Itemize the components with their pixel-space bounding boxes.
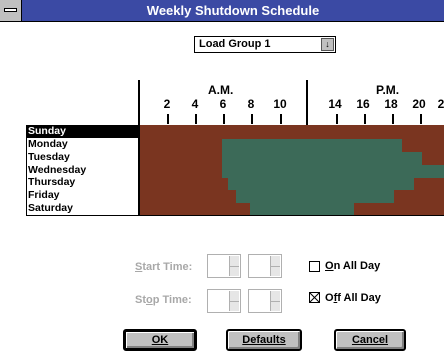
on-period-thursday (228, 178, 414, 190)
day-row-friday[interactable]: Friday (26, 189, 138, 202)
hour-tick-label: 10 (273, 97, 287, 111)
start-hour-spinner[interactable] (207, 254, 241, 278)
day-row-monday[interactable]: Monday (26, 138, 138, 151)
on-period-friday (236, 190, 394, 203)
defaults-button[interactable]: Defaults (226, 329, 302, 351)
hour-tick-mark (392, 114, 394, 124)
off-all-day-checkbox[interactable] (309, 292, 320, 303)
window-title: Weekly Shutdown Schedule (146, 3, 320, 18)
system-menu-button[interactable] (0, 0, 22, 21)
hour-tick-mark (420, 114, 422, 124)
dropdown-arrow-icon[interactable]: ↓ (321, 38, 334, 51)
hour-tick-mark (195, 114, 197, 124)
ok-button[interactable]: OK (123, 329, 197, 351)
off-all-day-label: Off All Day (325, 292, 381, 304)
hour-tick-label: 16 (356, 97, 370, 111)
load-group-selected: Load Group 1 (199, 38, 271, 50)
hour-tick-mark (167, 114, 169, 124)
on-all-day-label: On All Day (325, 260, 381, 272)
day-row-wednesday[interactable]: Wednesday (26, 164, 138, 177)
hour-tick-label: 8 (247, 97, 255, 111)
load-group-dropdown[interactable]: Load Group 1 ↓ (194, 36, 336, 53)
day-row-saturday[interactable]: Saturday (26, 202, 138, 215)
hour-tick-label: 20 (412, 97, 426, 111)
on-period-monday (222, 139, 402, 152)
hour-tick-label: 14 (328, 97, 342, 111)
day-row-sunday[interactable]: Sunday (26, 125, 138, 138)
hour-tick-mark (251, 114, 253, 124)
hour-tick-label: 6 (219, 97, 227, 111)
stop-minute-spinner[interactable] (248, 289, 282, 313)
cancel-button[interactable]: Cancel (334, 329, 406, 351)
hour-tick-label: 4 (191, 97, 199, 111)
title-bar: Weekly Shutdown Schedule (0, 0, 444, 22)
checkmark-x-icon (310, 293, 319, 302)
on-period-wednesday (222, 165, 444, 178)
stop-hour-spinner[interactable] (207, 289, 241, 313)
noon-divider (306, 80, 308, 125)
day-list: Sunday Monday Tuesday Wednesday Thursday… (26, 125, 138, 215)
on-all-day-checkbox[interactable] (309, 261, 320, 272)
hour-tick-mark (280, 114, 282, 124)
schedule-grid[interactable] (140, 125, 444, 215)
on-period-tuesday (222, 152, 422, 165)
hour-tick-label: 2 (163, 97, 171, 111)
hour-tick-mark (336, 114, 338, 124)
hour-tick-mark (223, 114, 225, 124)
hour-tick-label: 2 (437, 97, 444, 111)
system-menu-icon (4, 8, 17, 12)
hour-tick-mark (364, 114, 366, 124)
on-period-saturday (250, 203, 354, 215)
am-label: A.M. (208, 83, 234, 97)
weekly-shutdown-schedule-dialog: Weekly Shutdown Schedule Load Group 1 ↓ … (0, 0, 444, 361)
grid-bottom-border (26, 215, 444, 216)
grid-left-border (26, 125, 27, 216)
start-minute-spinner[interactable] (248, 254, 282, 278)
pm-label: P.M. (376, 83, 400, 97)
start-time-label: Start Time: (135, 261, 193, 273)
stop-time-label: Stop Time: (135, 294, 192, 306)
day-row-thursday[interactable]: Thursday (26, 176, 138, 189)
hour-tick-label: 18 (384, 97, 398, 111)
day-row-tuesday[interactable]: Tuesday (26, 151, 138, 164)
